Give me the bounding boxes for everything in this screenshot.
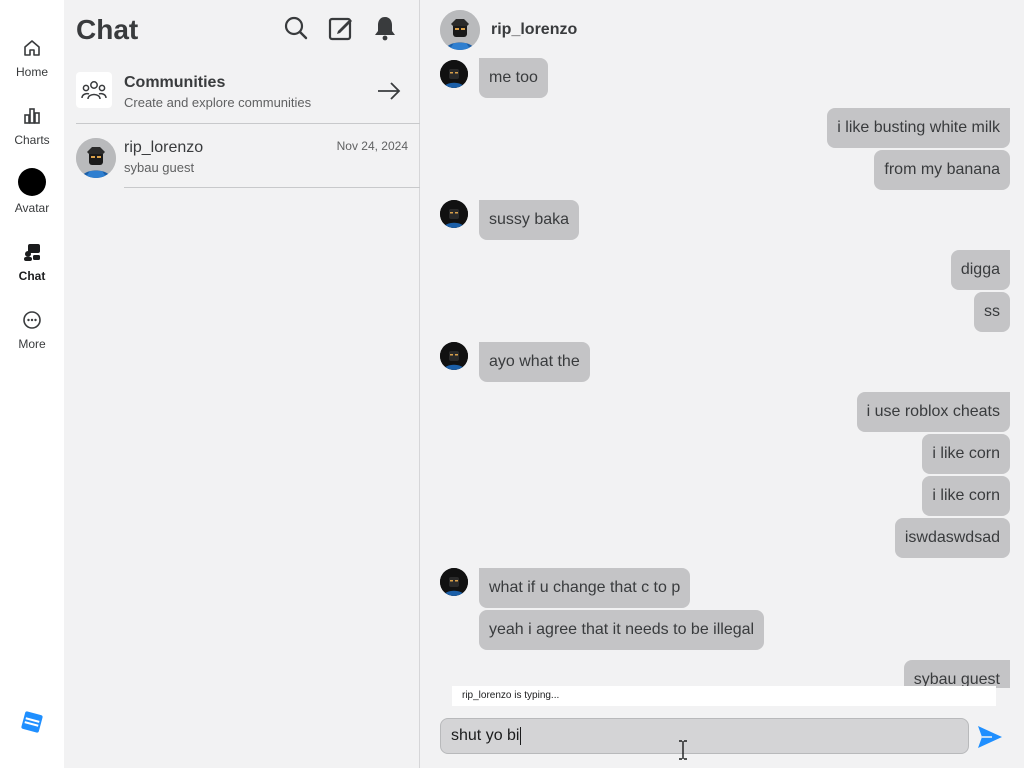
conversation-title[interactable]: rip_lorenzo [491,21,577,39]
text-cursor-icon [678,740,688,760]
communities-subtitle: Create and explore communities [124,95,312,110]
nav-item-chat[interactable]: Chat [0,240,64,296]
avatar [440,200,468,228]
avatar [76,138,116,178]
nav-label-chat: Chat [18,269,46,283]
chat-icon [20,240,44,264]
avatar-icon [18,168,46,196]
conversation-name: rip_lorenzo [124,139,204,156]
message-bubble: me too [479,58,548,98]
send-button[interactable] [976,724,1004,750]
nav-label-avatar: Avatar [14,201,50,215]
search-icon [283,15,309,46]
more-icon [20,308,44,332]
message-bubble: digga [950,250,1010,290]
message-bubble: iswdaswdsad [894,518,1010,558]
home-icon [20,36,44,60]
avatar [440,60,468,88]
bell-icon [373,15,397,46]
communities-row[interactable]: Communities Create and explore communiti… [76,64,420,124]
nav-item-more[interactable]: More [0,308,64,364]
message-bubble: i like corn [922,476,1010,516]
message-bubble: sussy baka [479,200,580,240]
nav-item-charts[interactable]: Charts [0,104,64,160]
message-bubble: ayo what the [479,342,590,382]
nav-label-home: Home [15,65,48,79]
nav-rail: Home Charts Avatar Chat More [0,0,64,768]
avatar [440,342,468,370]
message-bubble: i use roblox cheats [856,392,1010,432]
typing-indicator: rip_lorenzo is typing... [452,686,996,706]
message-bubble: i like corn [922,434,1010,474]
message-bubble: what if u change that c to p [479,568,691,608]
message-bubble: i like busting white milk [827,108,1010,148]
message-bubble: from my banana [874,150,1010,190]
conversation-item[interactable]: rip_lorenzo Nov 24, 2024 sybau guest [76,126,420,188]
avatar [440,568,468,596]
conversation-panel: rip_lorenzo me too i like busting white … [420,0,1024,768]
message-bubble: sybau guest [903,660,1010,688]
message-input[interactable]: shut yo bi [440,718,969,754]
conversation-header: rip_lorenzo [420,0,1024,60]
conversation-date: Nov 24, 2024 [336,139,408,153]
charts-icon [20,104,44,128]
compose-icon [328,15,354,46]
message-list[interactable]: me too i like busting white milk from my… [420,56,1024,688]
nav-item-avatar[interactable]: Avatar [0,168,64,224]
compose-button[interactable] [325,14,357,46]
page-title: Chat [76,14,139,45]
send-icon [976,726,1004,754]
divider [124,187,420,188]
message-bubble: ss [974,292,1010,332]
nav-item-home[interactable]: Home [0,36,64,92]
conversation-preview: sybau guest [124,160,195,175]
message-input-text: shut yo bi [451,727,520,744]
search-button[interactable] [280,14,312,46]
nav-label-charts: Charts [14,133,50,147]
nav-label-more: More [18,337,46,351]
roblox-logo[interactable] [20,710,44,734]
text-caret [520,726,522,745]
avatar[interactable] [440,10,480,50]
communities-title: Communities [124,74,226,91]
communities-icon [76,72,112,108]
message-bubble: yeah i agree that it needs to be illegal [479,610,765,650]
notifications-button[interactable] [369,14,401,46]
chat-list-panel: Chat Communities Create and explore comm… [64,0,420,768]
arrow-right-icon [376,80,402,107]
